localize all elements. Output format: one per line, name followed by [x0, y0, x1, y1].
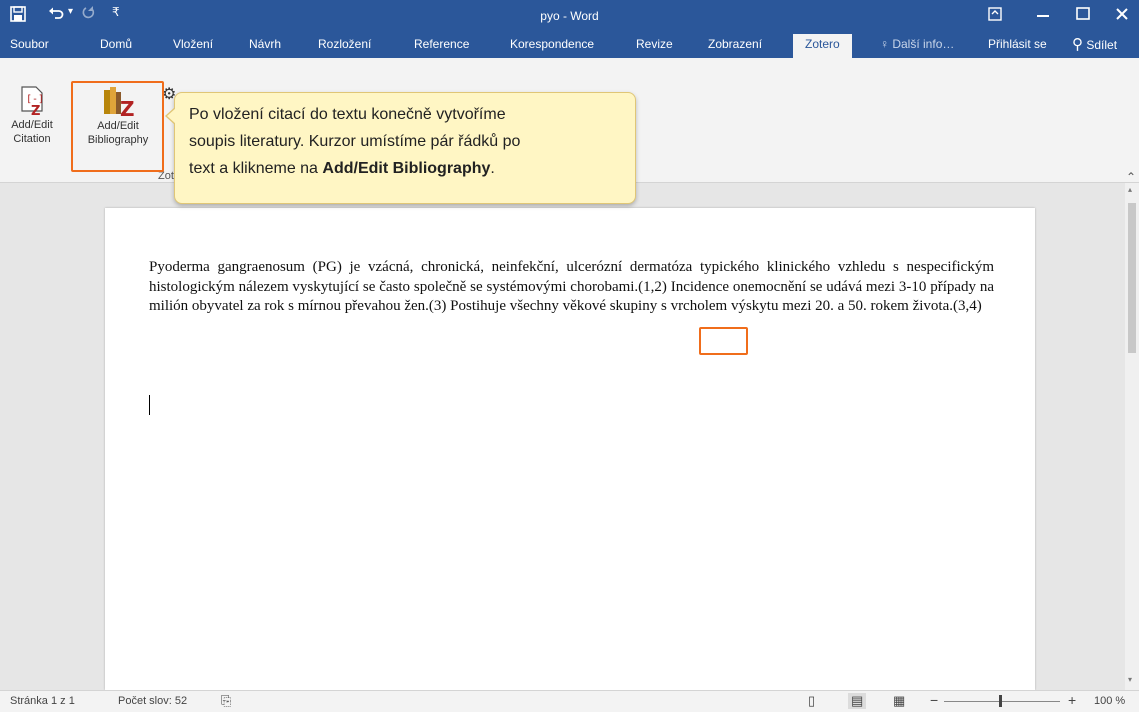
window-title: pyo - Word	[540, 9, 599, 23]
zoom-out-icon[interactable]: −	[930, 692, 938, 708]
tell-me-box[interactable]: ♀ Další info…	[880, 37, 954, 51]
scroll-thumb[interactable]	[1128, 203, 1136, 353]
zoom-in-icon[interactable]: +	[1068, 692, 1076, 708]
share-button[interactable]: ⚲ Sdílet	[1072, 35, 1117, 53]
bibliography-highlight-box	[71, 81, 164, 172]
callout-line-3: text a klikneme na Add/Edit Bibliography…	[189, 155, 621, 182]
document-paragraph[interactable]: Pyoderma gangraenosum (PG) je vzácná, ch…	[149, 258, 994, 317]
tab-zotero[interactable]: Zotero	[793, 34, 852, 58]
tab-soubor[interactable]: Soubor	[10, 37, 49, 51]
proofing-icon[interactable]: ⎘	[221, 693, 231, 709]
callout-line-3-end: .	[490, 160, 495, 177]
add-edit-citation-button[interactable]: [-] Z Add/Edit Citation	[3, 85, 61, 146]
citation-marker[interactable]: (3,4)	[953, 298, 982, 314]
svg-text:Z: Z	[31, 104, 40, 117]
scroll-down-icon[interactable]: ▾	[1128, 675, 1132, 684]
ribbon-tabs: Soubor Domů Vložení Návrh Rozložení Refe…	[0, 32, 1139, 58]
zoom-level[interactable]: 100 %	[1094, 695, 1125, 707]
collapse-ribbon-icon[interactable]: ⌃	[1126, 170, 1136, 184]
title-bar: ▾ ₹ pyo - Word	[0, 0, 1139, 32]
web-layout-icon[interactable]: ▦	[893, 693, 905, 709]
word-count[interactable]: Počet slov: 52	[118, 695, 187, 707]
tab-revize[interactable]: Revize	[636, 37, 673, 51]
text-cursor	[149, 395, 150, 415]
callout-line-2: soupis literatury. Kurzor umístíme pár ř…	[189, 133, 521, 150]
tab-navrh[interactable]: Návrh	[249, 37, 281, 51]
tab-korespondence[interactable]: Korespondence	[510, 37, 594, 51]
share-label: Sdílet	[1086, 38, 1118, 52]
read-mode-icon[interactable]: ▯	[808, 693, 815, 709]
tutorial-callout: Po vložení citací do textu konečně vytvo…	[165, 92, 636, 204]
vertical-scrollbar[interactable]: ▴ ▾	[1125, 183, 1139, 690]
tab-domu[interactable]: Domů	[100, 37, 132, 51]
callout-pointer-fill	[167, 108, 176, 124]
tell-me-label: Další info…	[892, 37, 955, 51]
sign-in-link[interactable]: Přihlásit se	[988, 37, 1047, 51]
callout-line-1: Po vložení citací do textu konečně vytvo…	[189, 106, 506, 123]
tab-reference[interactable]: Reference	[414, 37, 469, 51]
minimize-icon[interactable]	[1036, 4, 1050, 25]
callout-bold-text: Add/Edit Bibliography	[322, 160, 491, 177]
tab-zobrazeni[interactable]: Zobrazení	[708, 37, 762, 51]
print-layout-icon[interactable]: ▤	[848, 693, 867, 709]
paragraph-text: Pyoderma gangraenosum (PG) je vzácná, ch…	[149, 259, 994, 314]
status-bar: Stránka 1 z 1 Počet slov: 52 ⎘ ▯ ▤ ▦ − +…	[0, 690, 1139, 712]
ribbon-display-icon[interactable]	[988, 7, 1002, 26]
page-count[interactable]: Stránka 1 z 1	[10, 695, 75, 707]
zoom-slider[interactable]	[944, 701, 1060, 702]
scroll-up-icon[interactable]: ▴	[1128, 185, 1132, 194]
lightbulb-icon: ♀	[880, 37, 889, 51]
person-icon: ⚲	[1072, 36, 1083, 53]
tab-vlozeni[interactable]: Vložení	[173, 37, 213, 51]
citation-icon: [-] Z	[21, 86, 44, 117]
citation-highlight-box	[699, 327, 748, 355]
document-page[interactable]: Pyoderma gangraenosum (PG) je vzácná, ch…	[105, 208, 1035, 690]
add-edit-citation-label: Add/Edit Citation	[11, 119, 53, 145]
document-area: Pyoderma gangraenosum (PG) je vzácná, ch…	[0, 183, 1125, 690]
callout-line-3-text: text a klikneme na	[189, 160, 323, 177]
maximize-icon[interactable]	[1076, 7, 1090, 26]
zoom-slider-thumb[interactable]	[999, 695, 1002, 707]
tab-rozlozeni[interactable]: Rozložení	[318, 37, 371, 51]
close-icon[interactable]	[1115, 7, 1129, 26]
